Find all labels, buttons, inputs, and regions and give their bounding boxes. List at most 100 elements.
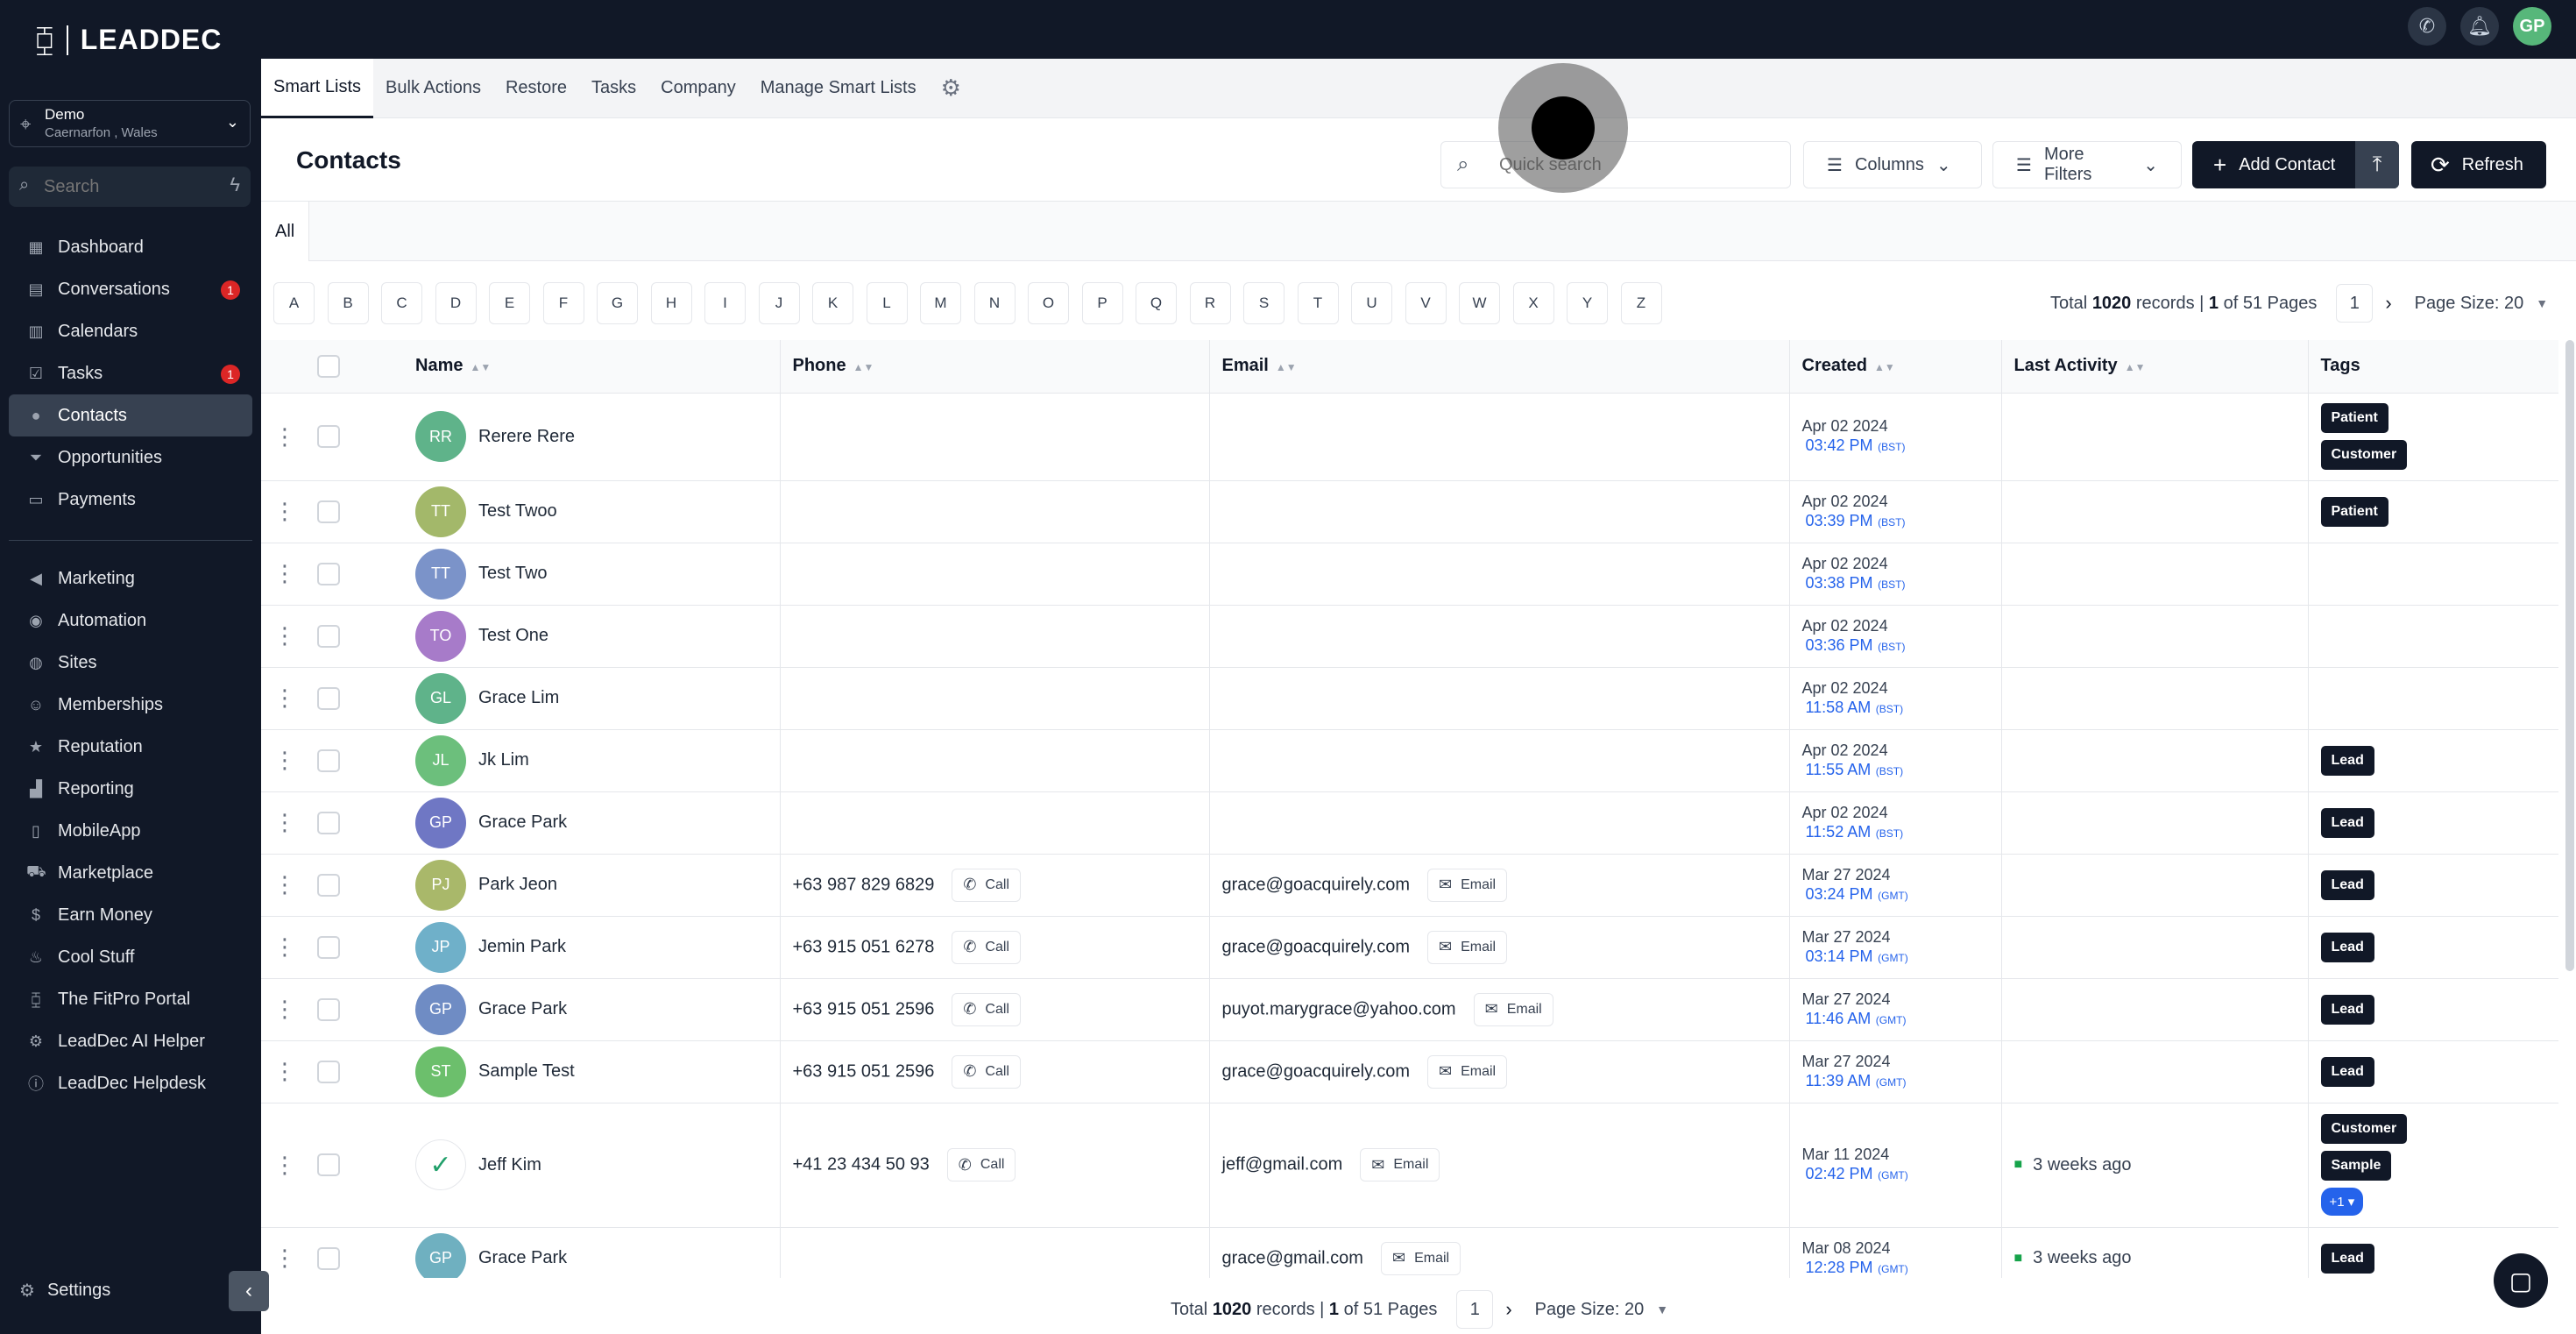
row-checkbox[interactable]	[317, 997, 340, 1021]
table-row[interactable]: ⋮ RR Rerere Rere Apr 02 2024 03:42 PM (BST) P…	[261, 393, 2558, 481]
letter-filter-y[interactable]: Y	[1567, 282, 1608, 324]
contact-name[interactable]: Jemin Park	[478, 937, 566, 957]
refresh-button[interactable]: ⟳ Refresh	[2411, 141, 2546, 188]
sidebar-item-mobileapp[interactable]: ▯ MobileApp	[9, 810, 252, 852]
letter-filter-d[interactable]: D	[435, 282, 477, 324]
table-row[interactable]: ⋮ TT Test Two Apr 02 2024 03:38 PM (BST)	[261, 543, 2558, 606]
contact-name-cell[interactable]: JL Jk Lim	[415, 734, 780, 786]
caret-down-icon[interactable]: ▼	[1656, 1302, 1668, 1316]
email-button[interactable]: ✉ Email	[1426, 1054, 1508, 1089]
sort-icon[interactable]: ▲▼	[1276, 361, 1297, 373]
letter-filter-x[interactable]: X	[1512, 282, 1554, 324]
letter-filter-j[interactable]: J	[758, 282, 800, 324]
kebab-menu-icon[interactable]: ⋮	[273, 871, 296, 898]
column-header-phone[interactable]: Phone ▲▼	[779, 340, 1209, 394]
table-row[interactable]: ⋮ GL Grace Lim Apr 02 2024 11:58 AM (BST)	[261, 667, 2558, 730]
row-checkbox[interactable]	[317, 500, 340, 523]
chat-widget-button[interactable]: ▢	[2494, 1253, 2548, 1308]
call-button[interactable]: ✆ Call	[952, 868, 1021, 902]
table-row[interactable]: ⋮ GP Grace Park +63 915 051 2596 ✆ Call puyot.…	[261, 978, 2558, 1041]
contact-name-cell[interactable]: JP Jemin Park	[415, 921, 780, 973]
contact-name[interactable]: Grace Park	[478, 1248, 567, 1268]
contact-name-cell[interactable]: TT Test Twoo	[415, 486, 780, 537]
kebab-menu-icon[interactable]: ⋮	[273, 996, 296, 1023]
letter-filter-e[interactable]: E	[489, 282, 530, 324]
letter-filter-b[interactable]: B	[327, 282, 369, 324]
kebab-menu-icon[interactable]: ⋮	[273, 1152, 296, 1179]
letter-filter-r[interactable]: R	[1189, 282, 1231, 324]
contact-name[interactable]: Test Two	[478, 564, 548, 584]
page-size-select[interactable]: Page Size: 20	[2415, 294, 2524, 314]
page-size-select[interactable]: Page Size: 20	[1535, 1300, 1645, 1320]
letter-filter-l[interactable]: L	[866, 282, 908, 324]
tag-lead[interactable]: Lead	[2320, 807, 2374, 838]
email-button[interactable]: ✉ Email	[1426, 930, 1508, 964]
table-row[interactable]: ⋮ GP Grace Park grace@gmail.com ✉ Email Mar 08…	[261, 1227, 2558, 1278]
tag-sample[interactable]: Sample	[2320, 1151, 2392, 1181]
call-button[interactable]: ✆ Call	[952, 1054, 1021, 1089]
select-all-checkbox[interactable]	[317, 354, 340, 378]
contact-name[interactable]: Test Twoo	[478, 501, 557, 522]
phone-icon[interactable]: ✆	[2408, 7, 2446, 46]
contact-name[interactable]: Jk Lim	[478, 750, 529, 770]
tag-customer[interactable]: Customer	[2320, 1114, 2408, 1144]
contact-name[interactable]: Grace Park	[478, 812, 567, 833]
tag-lead[interactable]: Lead	[2320, 869, 2374, 900]
table-row[interactable]: ⋮ TT Test Twoo Apr 02 2024 03:39 PM (BST) Pat…	[261, 480, 2558, 543]
email-button[interactable]: ✉ Email	[1473, 992, 1553, 1026]
contact-name[interactable]: Test One	[478, 626, 548, 646]
tab-smart-lists[interactable]: Smart Lists	[261, 58, 374, 118]
tab-company[interactable]: Company	[648, 59, 748, 118]
row-checkbox[interactable]	[317, 624, 340, 648]
sidebar-item-automation[interactable]: ◉ Automation	[9, 600, 252, 642]
sidebar-item-opportunities[interactable]: ⏷ Opportunities	[9, 436, 252, 479]
page-number-box[interactable]: 1	[1456, 1290, 1494, 1329]
location-switcher[interactable]: ⌖ Demo Caernarfon , Wales ⌄	[9, 100, 251, 147]
contact-name[interactable]: Park Jeon	[478, 875, 557, 895]
email-button[interactable]: ✉ Email	[1426, 868, 1508, 902]
sidebar-item-sites[interactable]: ◍ Sites	[9, 642, 252, 684]
table-scrollbar[interactable]	[2565, 340, 2574, 971]
email-button[interactable]: ✉ Email	[1360, 1148, 1440, 1181]
add-contact-button[interactable]: + Add Contact ⤒	[2192, 141, 2399, 188]
row-checkbox[interactable]	[317, 1153, 340, 1176]
kebab-menu-icon[interactable]: ⋮	[273, 747, 296, 774]
sort-icon[interactable]: ▲▼	[470, 361, 491, 373]
letter-filter-q[interactable]: Q	[1136, 282, 1177, 324]
column-header-last-activity[interactable]: Last Activity ▲▼	[2000, 340, 2308, 394]
letter-filter-z[interactable]: Z	[1620, 282, 1662, 324]
letter-filter-a[interactable]: A	[273, 282, 315, 324]
letter-filter-u[interactable]: U	[1351, 282, 1392, 324]
tag-patient[interactable]: Patient	[2320, 403, 2388, 433]
sidebar-item-cool-stuff[interactable]: ♨ Cool Stuff	[9, 936, 252, 978]
tag-customer[interactable]: Customer	[2320, 440, 2408, 470]
sidebar-item-memberships[interactable]: ☺ Memberships	[9, 684, 252, 726]
contact-name[interactable]: Grace Park	[478, 999, 567, 1019]
tag-lead[interactable]: Lead	[2320, 994, 2374, 1025]
sidebar-item-leaddec-ai-helper[interactable]: ⚙ LeadDec AI Helper	[9, 1020, 252, 1062]
table-row[interactable]: ⋮ JP Jemin Park +63 915 051 6278 ✆ Call grace@…	[261, 916, 2558, 979]
row-checkbox[interactable]	[317, 686, 340, 710]
row-checkbox[interactable]	[317, 811, 340, 834]
kebab-menu-icon[interactable]: ⋮	[273, 1245, 296, 1272]
kebab-menu-icon[interactable]: ⋮	[273, 560, 296, 587]
tab-tasks[interactable]: Tasks	[579, 59, 648, 118]
sidebar-item-marketing[interactable]: ◀ Marketing	[9, 557, 252, 600]
tab-bulk-actions[interactable]: Bulk Actions	[373, 59, 493, 118]
letter-filter-h[interactable]: H	[650, 282, 692, 324]
kebab-menu-icon[interactable]: ⋮	[273, 809, 296, 836]
row-checkbox[interactable]	[317, 1246, 340, 1270]
call-button[interactable]: ✆ Call	[952, 992, 1021, 1026]
contact-name-cell[interactable]: ✓ Jeff Kim	[415, 1139, 780, 1190]
letter-filter-k[interactable]: K	[812, 282, 853, 324]
lightning-icon[interactable]: ϟ	[230, 174, 240, 196]
settings-gear-icon[interactable]: ⚙	[929, 75, 973, 102]
letter-filter-v[interactable]: V	[1405, 282, 1447, 324]
columns-button[interactable]: ☰ Columns ⌄	[1803, 141, 1982, 188]
sidebar-item-payments[interactable]: ▭ Payments	[9, 479, 252, 521]
letter-filter-n[interactable]: N	[973, 282, 1016, 324]
sidebar-item-marketplace[interactable]: ⛟ Marketplace	[9, 852, 252, 894]
chevron-right-icon[interactable]: ›	[2385, 292, 2391, 315]
letter-filter-p[interactable]: P	[1081, 282, 1123, 324]
kebab-menu-icon[interactable]: ⋮	[273, 685, 296, 712]
